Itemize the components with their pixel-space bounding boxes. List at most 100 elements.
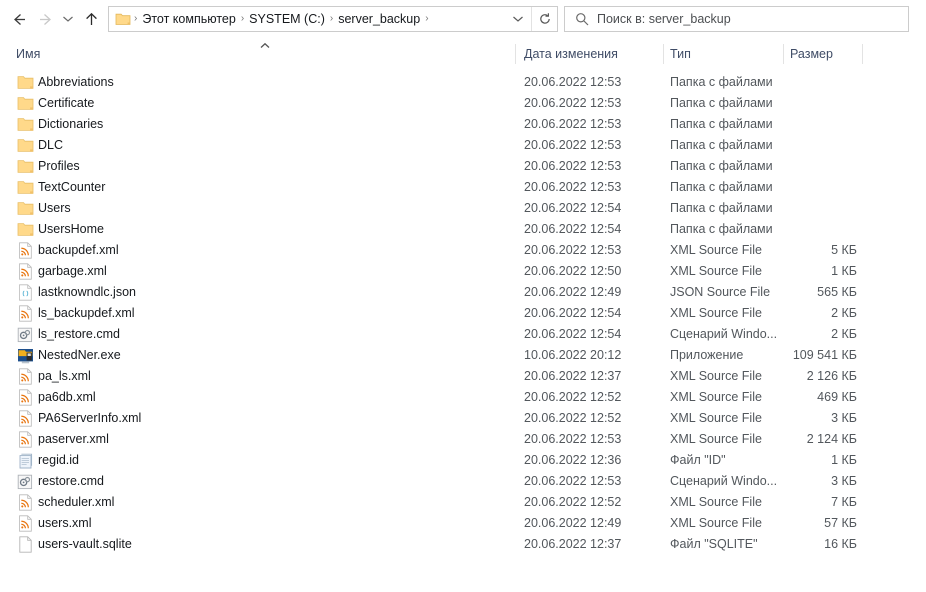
notepad-file-icon (16, 452, 34, 469)
refresh-icon (539, 13, 550, 24)
file-date-modified: 20.06.2022 12:50 (524, 264, 622, 278)
forward-button[interactable] (32, 4, 58, 34)
file-name: users.xml (38, 516, 92, 530)
file-row[interactable]: Dictionaries 20.06.2022 12:53 Папка с файл… (0, 114, 926, 135)
file-size: 57 КБ (824, 516, 857, 530)
file-date-modified: 20.06.2022 12:53 (524, 159, 622, 173)
file-row[interactable]: Profiles 20.06.2022 12:53 Папка с файлами (0, 156, 926, 177)
xml-file-icon (16, 431, 34, 448)
file-date-modified: 20.06.2022 12:53 (524, 474, 622, 488)
file-date-modified: 10.06.2022 20:12 (524, 348, 622, 362)
file-row[interactable]: Abbreviations 20.06.2022 12:53 Папка с фай… (0, 72, 926, 93)
recent-locations-button[interactable] (58, 4, 78, 34)
search-box[interactable]: Поиск в: server_backup (564, 6, 909, 32)
file-row[interactable]: pa6db.xml 20.06.2022 12:52 XML Source File… (0, 387, 926, 408)
column-header-name[interactable]: Имя (16, 40, 40, 68)
folder-icon (16, 74, 34, 91)
file-row[interactable]: TextCounter 20.06.2022 12:53 Папка с файла… (0, 177, 926, 198)
file-date-modified: 20.06.2022 12:52 (524, 390, 622, 404)
file-size: 2 124 КБ (806, 432, 857, 446)
file-name: UsersHome (38, 222, 104, 236)
column-header-size[interactable]: Размер (790, 40, 833, 68)
search-icon (571, 12, 593, 26)
file-row[interactable]: scheduler.xml 20.06.2022 12:52 XML Source … (0, 492, 926, 513)
column-divider[interactable] (515, 44, 516, 64)
file-name: scheduler.xml (38, 495, 115, 509)
file-row[interactable]: ls_backupdef.xml 20.06.2022 12:54 XML Sour… (0, 303, 926, 324)
file-type: Папка с файлами (670, 180, 773, 194)
file-date-modified: 20.06.2022 12:52 (524, 411, 622, 425)
file-size: 469 КБ (817, 390, 857, 404)
breadcrumb: › Этот компьютер › SYSTEM (C:) › server_… (133, 7, 505, 31)
breadcrumb-item-folder[interactable]: server_backup (334, 7, 424, 31)
file-date-modified: 20.06.2022 12:53 (524, 117, 622, 131)
file-row[interactable]: pa_ls.xml 20.06.2022 12:37 XML Source File… (0, 366, 926, 387)
address-bar[interactable]: › Этот компьютер › SYSTEM (C:) › server_… (108, 6, 558, 32)
blank-file-icon (16, 536, 34, 553)
column-divider[interactable] (862, 44, 863, 64)
up-one-level-button[interactable] (78, 4, 104, 34)
file-row[interactable]: restore.cmd 20.06.2022 12:53 Сценарий Wind… (0, 471, 926, 492)
file-row[interactable]: regid.id 20.06.2022 12:36 Файл "ID" 1 КБ (0, 450, 926, 471)
file-type: Папка с файлами (670, 159, 773, 173)
file-explorer-window: › Этот компьютер › SYSTEM (C:) › server_… (0, 0, 926, 592)
navigation-toolbar: › Этот компьютер › SYSTEM (C:) › server_… (0, 0, 926, 38)
column-header-type[interactable]: Тип (670, 40, 691, 68)
breadcrumb-item-drive[interactable]: SYSTEM (C:) (245, 7, 329, 31)
column-header-row: Имя Дата изменения Тип Размер (0, 40, 926, 68)
file-type: Папка с файлами (670, 222, 773, 236)
sort-indicator-ascending (258, 38, 272, 48)
file-date-modified: 20.06.2022 12:49 (524, 285, 622, 299)
file-name: regid.id (38, 453, 79, 467)
file-row[interactable]: backupdef.xml 20.06.2022 12:53 XML Source … (0, 240, 926, 261)
cmd-script-icon (16, 473, 34, 490)
column-divider[interactable] (663, 44, 664, 64)
file-date-modified: 20.06.2022 12:54 (524, 222, 622, 236)
file-name: paserver.xml (38, 432, 109, 446)
file-size: 2 КБ (831, 306, 857, 320)
file-type: Папка с файлами (670, 117, 773, 131)
file-row[interactable]: lastknowndlc.json 20.06.2022 12:49 JSON So… (0, 282, 926, 303)
file-list[interactable]: Abbreviations 20.06.2022 12:53 Папка с фай… (0, 72, 926, 572)
file-row[interactable]: users-vault.sqlite 20.06.2022 12:37 Файл "… (0, 534, 926, 555)
file-row[interactable]: PA6ServerInfo.xml 20.06.2022 12:52 XML Sou… (0, 408, 926, 429)
file-row[interactable]: paserver.xml 20.06.2022 12:53 XML Source F… (0, 429, 926, 450)
xml-file-icon (16, 242, 34, 259)
file-name: ls_restore.cmd (38, 327, 120, 341)
file-date-modified: 20.06.2022 12:49 (524, 516, 622, 530)
file-date-modified: 20.06.2022 12:53 (524, 75, 622, 89)
application-icon (16, 347, 34, 364)
xml-file-icon (16, 515, 34, 532)
column-header-date[interactable]: Дата изменения (524, 40, 618, 68)
file-date-modified: 20.06.2022 12:53 (524, 138, 622, 152)
folder-icon (16, 116, 34, 133)
file-row[interactable]: users.xml 20.06.2022 12:49 XML Source File… (0, 513, 926, 534)
file-name: ls_backupdef.xml (38, 306, 135, 320)
file-date-modified: 20.06.2022 12:54 (524, 327, 622, 341)
file-row[interactable]: NestedNer.exe 10.06.2022 20:12 Приложение 1… (0, 345, 926, 366)
file-row[interactable]: UsersHome 20.06.2022 12:54 Папка с файлами (0, 219, 926, 240)
file-row[interactable]: Certificate 20.06.2022 12:53 Папка с файла… (0, 93, 926, 114)
address-dropdown-button[interactable] (505, 7, 531, 31)
chevron-down-icon (63, 16, 73, 22)
folder-icon (16, 137, 34, 154)
breadcrumb-item-computer[interactable]: Этот компьютер (138, 7, 239, 31)
file-date-modified: 20.06.2022 12:53 (524, 96, 622, 110)
forward-arrow-icon (39, 13, 51, 25)
back-button[interactable] (6, 4, 32, 34)
file-row[interactable]: Users 20.06.2022 12:54 Папка с файлами (0, 198, 926, 219)
chevron-down-icon (513, 16, 523, 22)
file-size: 565 КБ (817, 285, 857, 299)
file-size: 3 КБ (831, 411, 857, 425)
file-size: 16 КБ (824, 537, 857, 551)
column-divider[interactable] (783, 44, 784, 64)
file-row[interactable]: garbage.xml 20.06.2022 12:50 XML Source Fi… (0, 261, 926, 282)
search-input[interactable]: Поиск в: server_backup (597, 12, 731, 26)
file-row[interactable]: ls_restore.cmd 20.06.2022 12:54 Сценарий W… (0, 324, 926, 345)
file-size: 1 КБ (831, 264, 857, 278)
file-name: lastknowndlc.json (38, 285, 136, 299)
file-size: 7 КБ (831, 495, 857, 509)
file-row[interactable]: DLC 20.06.2022 12:53 Папка с файлами (0, 135, 926, 156)
refresh-button[interactable] (531, 7, 557, 31)
xml-file-icon (16, 389, 34, 406)
